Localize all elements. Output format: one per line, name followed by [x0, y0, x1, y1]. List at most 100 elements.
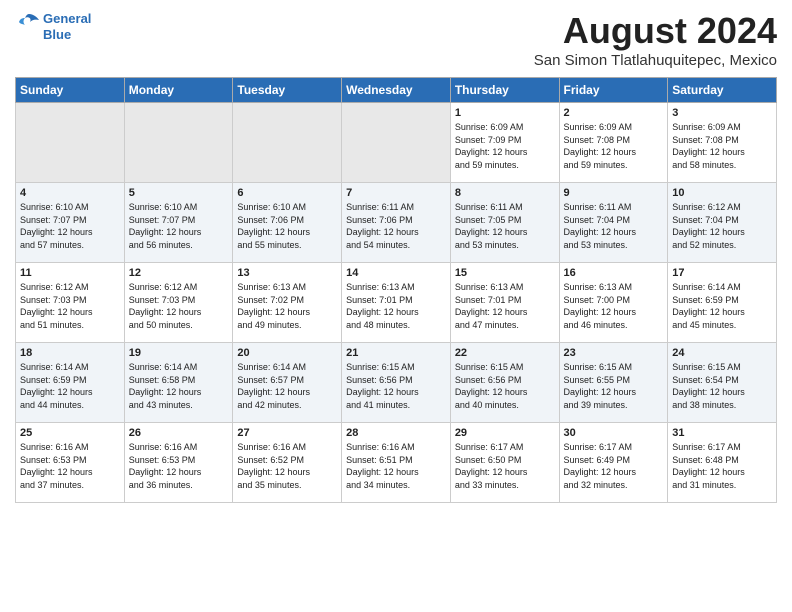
week-row: 1 Sunrise: 6:09 AM Sunset: 7:09 PM Daylig… [16, 103, 777, 183]
month-year-title: August 2024 [534, 10, 777, 52]
calendar-cell: 19 Sunrise: 6:14 AM Sunset: 6:58 PM Dayli… [124, 343, 233, 423]
header-day-monday: Monday [124, 78, 233, 103]
day-info: Sunrise: 6:14 AM Sunset: 6:59 PM Dayligh… [672, 281, 772, 331]
calendar-body: 1 Sunrise: 6:09 AM Sunset: 7:09 PM Daylig… [16, 103, 777, 503]
day-number: 18 [20, 347, 120, 359]
day-info: Sunrise: 6:14 AM Sunset: 6:59 PM Dayligh… [20, 361, 120, 411]
calendar-cell: 27 Sunrise: 6:16 AM Sunset: 6:52 PM Dayli… [233, 423, 342, 503]
day-number: 22 [455, 347, 555, 359]
calendar-cell: 18 Sunrise: 6:14 AM Sunset: 6:59 PM Dayli… [16, 343, 125, 423]
day-number: 11 [20, 267, 120, 279]
day-number: 14 [346, 267, 446, 279]
day-number: 28 [346, 427, 446, 439]
day-number: 3 [672, 107, 772, 119]
day-number: 24 [672, 347, 772, 359]
calendar-cell: 28 Sunrise: 6:16 AM Sunset: 6:51 PM Dayli… [342, 423, 451, 503]
day-info: Sunrise: 6:15 AM Sunset: 6:56 PM Dayligh… [455, 361, 555, 411]
day-info: Sunrise: 6:12 AM Sunset: 7:03 PM Dayligh… [20, 281, 120, 331]
calendar-cell: 22 Sunrise: 6:15 AM Sunset: 6:56 PM Dayli… [450, 343, 559, 423]
header: General Blue August 2024 San Simon Tlatl… [15, 10, 777, 69]
day-number: 25 [20, 427, 120, 439]
day-number: 26 [129, 427, 229, 439]
header-day-saturday: Saturday [668, 78, 777, 103]
day-number: 19 [129, 347, 229, 359]
calendar-cell: 8 Sunrise: 6:11 AM Sunset: 7:05 PM Daylig… [450, 183, 559, 263]
day-info: Sunrise: 6:16 AM Sunset: 6:53 PM Dayligh… [20, 441, 120, 491]
calendar-cell: 26 Sunrise: 6:16 AM Sunset: 6:53 PM Dayli… [124, 423, 233, 503]
day-info: Sunrise: 6:14 AM Sunset: 6:58 PM Dayligh… [129, 361, 229, 411]
day-number: 21 [346, 347, 446, 359]
day-info: Sunrise: 6:16 AM Sunset: 6:51 PM Dayligh… [346, 441, 446, 491]
day-info: Sunrise: 6:13 AM Sunset: 7:01 PM Dayligh… [346, 281, 446, 331]
day-info: Sunrise: 6:16 AM Sunset: 6:53 PM Dayligh… [129, 441, 229, 491]
calendar-cell [16, 103, 125, 183]
day-info: Sunrise: 6:10 AM Sunset: 7:06 PM Dayligh… [237, 201, 337, 251]
calendar-cell: 17 Sunrise: 6:14 AM Sunset: 6:59 PM Dayli… [668, 263, 777, 343]
calendar-cell [342, 103, 451, 183]
logo-text: General Blue [43, 11, 91, 42]
day-number: 15 [455, 267, 555, 279]
calendar-cell: 9 Sunrise: 6:11 AM Sunset: 7:04 PM Daylig… [559, 183, 668, 263]
calendar-cell: 16Sunrise: 6:13 AM Sunset: 7:00 PM Dayli… [559, 263, 668, 343]
day-info: Sunrise: 6:09 AM Sunset: 7:08 PM Dayligh… [564, 121, 664, 171]
day-info: Sunrise: 6:09 AM Sunset: 7:08 PM Dayligh… [672, 121, 772, 171]
calendar-cell: 30Sunrise: 6:17 AM Sunset: 6:49 PM Dayli… [559, 423, 668, 503]
calendar-cell [124, 103, 233, 183]
week-row: 25 Sunrise: 6:16 AM Sunset: 6:53 PM Dayli… [16, 423, 777, 503]
calendar-cell: 20 Sunrise: 6:14 AM Sunset: 6:57 PM Dayli… [233, 343, 342, 423]
calendar-table: SundayMondayTuesdayWednesdayThursdayFrid… [15, 77, 777, 503]
calendar-cell: 1 Sunrise: 6:09 AM Sunset: 7:09 PM Daylig… [450, 103, 559, 183]
day-number: 7 [346, 187, 446, 199]
calendar-cell [233, 103, 342, 183]
week-row: 4 Sunrise: 6:10 AM Sunset: 7:07 PM Daylig… [16, 183, 777, 263]
day-info: Sunrise: 6:10 AM Sunset: 7:07 PM Dayligh… [129, 201, 229, 251]
day-info: Sunrise: 6:11 AM Sunset: 7:04 PM Dayligh… [564, 201, 664, 251]
day-info: Sunrise: 6:12 AM Sunset: 7:03 PM Dayligh… [129, 281, 229, 331]
day-number: 23 [564, 347, 664, 359]
day-info: Sunrise: 6:15 AM Sunset: 6:55 PM Dayligh… [564, 361, 664, 411]
logo-bird-icon [15, 10, 43, 38]
day-number: 31 [672, 427, 772, 439]
day-info: Sunrise: 6:14 AM Sunset: 6:57 PM Dayligh… [237, 361, 337, 411]
day-number: 6 [237, 187, 337, 199]
day-number: 8 [455, 187, 555, 199]
day-info: Sunrise: 6:10 AM Sunset: 7:07 PM Dayligh… [20, 201, 120, 251]
header-day-sunday: Sunday [16, 78, 125, 103]
day-number: 9 [564, 187, 664, 199]
calendar-header: SundayMondayTuesdayWednesdayThursdayFrid… [16, 78, 777, 103]
day-number: 10 [672, 187, 772, 199]
week-row: 18 Sunrise: 6:14 AM Sunset: 6:59 PM Dayli… [16, 343, 777, 423]
day-info: Sunrise: 6:16 AM Sunset: 6:52 PM Dayligh… [237, 441, 337, 491]
day-info: Sunrise: 6:17 AM Sunset: 6:50 PM Dayligh… [455, 441, 555, 491]
calendar-cell: 13 Sunrise: 6:13 AM Sunset: 7:02 PM Dayli… [233, 263, 342, 343]
day-number: 13 [237, 267, 337, 279]
calendar-cell: 24Sunrise: 6:15 AM Sunset: 6:54 PM Dayli… [668, 343, 777, 423]
week-row: 11 Sunrise: 6:12 AM Sunset: 7:03 PM Dayli… [16, 263, 777, 343]
day-info: Sunrise: 6:09 AM Sunset: 7:09 PM Dayligh… [455, 121, 555, 171]
calendar-cell: 10Sunrise: 6:12 AM Sunset: 7:04 PM Dayli… [668, 183, 777, 263]
logo: General Blue [15, 10, 91, 43]
calendar-cell: 15Sunrise: 6:13 AM Sunset: 7:01 PM Dayli… [450, 263, 559, 343]
day-info: Sunrise: 6:11 AM Sunset: 7:05 PM Dayligh… [455, 201, 555, 251]
day-info: Sunrise: 6:15 AM Sunset: 6:56 PM Dayligh… [346, 361, 446, 411]
calendar-cell: 2 Sunrise: 6:09 AM Sunset: 7:08 PM Daylig… [559, 103, 668, 183]
calendar-cell: 25 Sunrise: 6:16 AM Sunset: 6:53 PM Dayli… [16, 423, 125, 503]
title-area: August 2024 San Simon Tlatlahuquitepec, … [534, 10, 777, 69]
day-info: Sunrise: 6:17 AM Sunset: 6:48 PM Dayligh… [672, 441, 772, 491]
day-number: 20 [237, 347, 337, 359]
day-info: Sunrise: 6:13 AM Sunset: 7:02 PM Dayligh… [237, 281, 337, 331]
day-number: 2 [564, 107, 664, 119]
day-number: 1 [455, 107, 555, 119]
calendar-cell: 4 Sunrise: 6:10 AM Sunset: 7:07 PM Daylig… [16, 183, 125, 263]
header-day-wednesday: Wednesday [342, 78, 451, 103]
day-number: 5 [129, 187, 229, 199]
day-number: 16 [564, 267, 664, 279]
day-number: 4 [20, 187, 120, 199]
day-number: 27 [237, 427, 337, 439]
calendar-cell: 12Sunrise: 6:12 AM Sunset: 7:03 PM Dayli… [124, 263, 233, 343]
calendar-cell: 11 Sunrise: 6:12 AM Sunset: 7:03 PM Dayli… [16, 263, 125, 343]
calendar-cell: 3 Sunrise: 6:09 AM Sunset: 7:08 PM Daylig… [668, 103, 777, 183]
day-number: 17 [672, 267, 772, 279]
calendar-cell: 21 Sunrise: 6:15 AM Sunset: 6:56 PM Dayli… [342, 343, 451, 423]
calendar-cell: 23 Sunrise: 6:15 AM Sunset: 6:55 PM Dayli… [559, 343, 668, 423]
